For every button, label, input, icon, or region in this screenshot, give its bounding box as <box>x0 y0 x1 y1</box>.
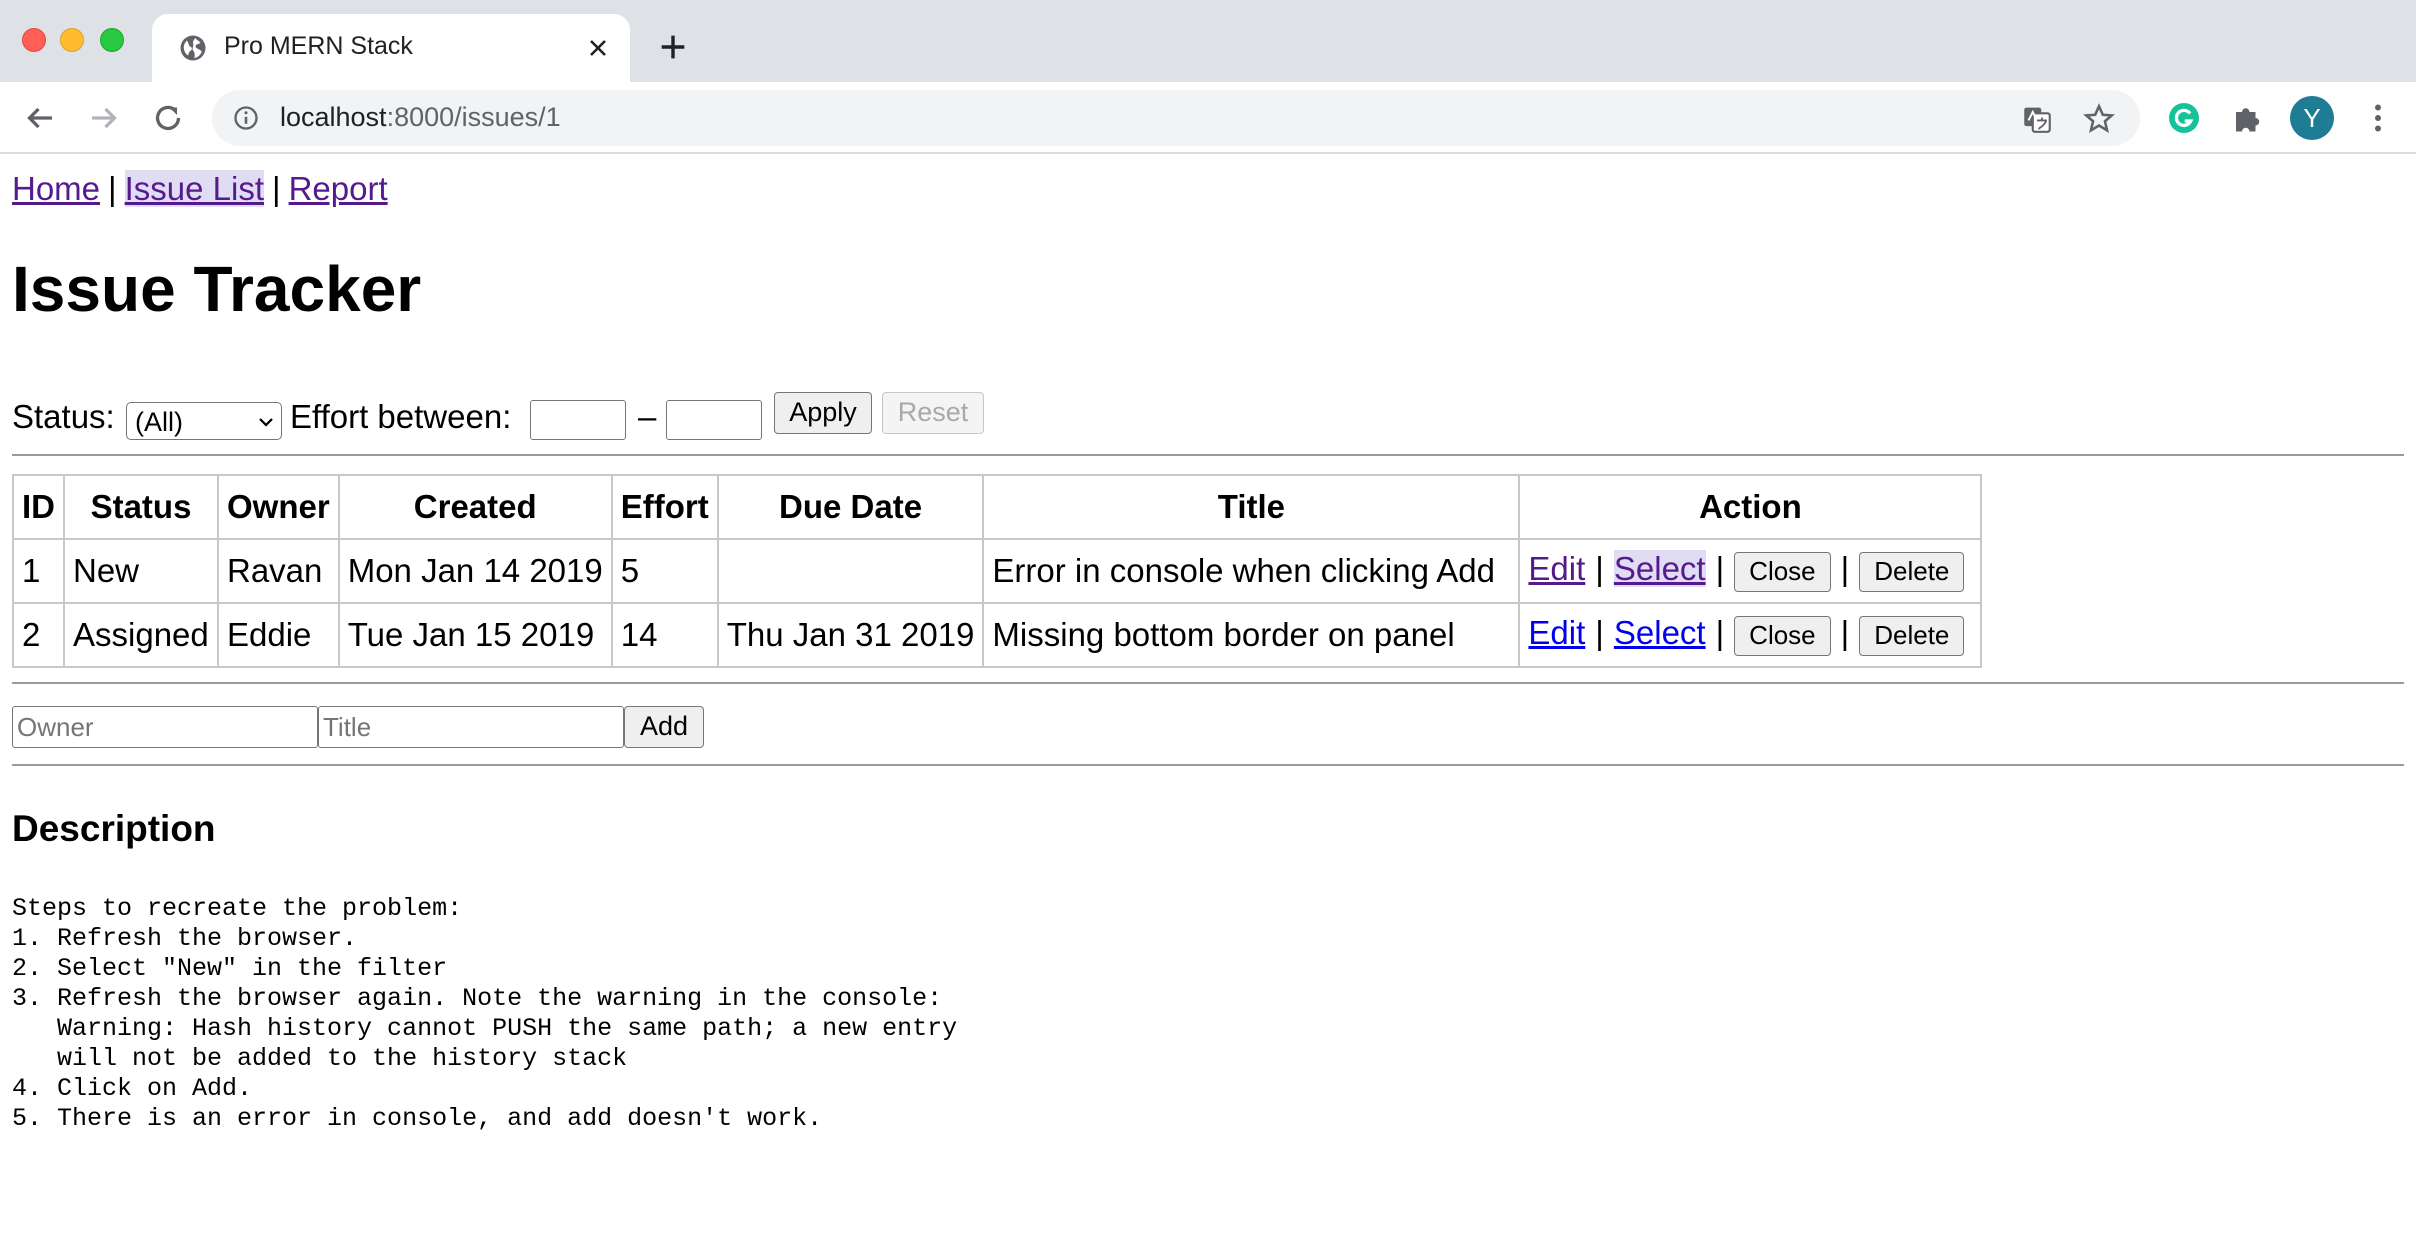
add-issue-form: Owner Title Add <box>12 706 812 750</box>
action-separator: | <box>1595 614 1604 652</box>
action-separator: | <box>1715 614 1725 652</box>
window-zoom-control[interactable] <box>100 28 124 52</box>
action-separator: | <box>1840 614 1850 652</box>
cell-id: 2 <box>12 602 65 668</box>
cell-created: Mon Jan 14 2019 <box>337 538 613 604</box>
cell-owner: Ravan <box>217 538 340 604</box>
status-select[interactable]: (All) <box>126 402 282 440</box>
select-link[interactable]: Select <box>1614 614 1706 651</box>
nav-separator: | <box>108 170 117 207</box>
column-header-owner: Owner <box>217 474 340 540</box>
divider <box>12 454 2404 456</box>
profile-avatar[interactable]: Y <box>2290 96 2334 140</box>
nav-link-report[interactable]: Report <box>289 170 388 207</box>
url-path: :8000/issues/1 <box>386 102 561 132</box>
select-link[interactable]: Select <box>1613 550 1706 588</box>
effort-dash: – <box>638 398 657 435</box>
status-select-value: (All) <box>135 407 183 437</box>
chevron-down-icon <box>259 418 273 427</box>
plus-icon[interactable] <box>656 30 690 64</box>
cell-status: Assigned <box>63 602 219 668</box>
nav-separator: | <box>272 170 281 207</box>
column-header-action: Action <box>1518 474 1983 540</box>
cell-due-date: Thu Jan 31 2019 <box>716 602 985 668</box>
title-input[interactable]: Title <box>318 706 624 748</box>
description-heading: Description <box>12 808 216 849</box>
grammarly-icon[interactable] <box>2166 100 2202 136</box>
table-header-row: ID Status Owner Created Effort Due Date … <box>12 474 1983 540</box>
close-icon[interactable] <box>584 34 612 62</box>
star-icon[interactable] <box>2082 102 2116 136</box>
divider <box>12 764 2404 766</box>
close-issue-button[interactable]: Close <box>1734 551 1831 592</box>
effort-max-input[interactable] <box>666 400 762 440</box>
nav-link-home[interactable]: Home <box>12 170 100 207</box>
effort-label: Effort between: <box>290 398 512 435</box>
info-icon[interactable] <box>232 104 260 132</box>
cell-created: Tue Jan 15 2019 <box>337 602 613 668</box>
delete-issue-button[interactable]: Delete <box>1859 551 1965 592</box>
globe-icon <box>180 35 206 61</box>
cell-effort: 14 <box>610 602 719 668</box>
cell-title: Missing bottom border on panel <box>982 602 1521 668</box>
kebab-menu-icon[interactable] <box>2360 100 2396 136</box>
delete-issue-button[interactable]: Delete <box>1859 615 1965 656</box>
address-bar[interactable]: localhost:8000/issues/1 <box>212 90 2140 146</box>
extensions-puzzle-icon[interactable] <box>2230 100 2266 136</box>
status-label: Status: <box>12 398 115 435</box>
url-text: localhost:8000/issues/1 <box>280 102 561 133</box>
cell-owner: Eddie <box>217 602 340 668</box>
cell-due-date <box>716 538 985 604</box>
browser-tab[interactable]: Pro MERN Stack <box>152 14 630 82</box>
cell-status: New <box>63 538 219 604</box>
column-header-created: Created <box>337 474 613 540</box>
page-title: Issue Tracker <box>12 253 422 325</box>
table-row: 2 Assigned Eddie Tue Jan 15 2019 14 Thu … <box>12 602 1983 668</box>
cell-id: 1 <box>12 538 65 604</box>
top-nav: Home | Issue List | Report <box>12 170 388 208</box>
reset-button[interactable]: Reset <box>882 392 984 434</box>
effort-min-input[interactable] <box>530 400 626 440</box>
issue-filter: Status: (All) Effort between: – Apply Re… <box>12 392 1212 440</box>
action-separator: | <box>1595 550 1604 588</box>
column-header-status: Status <box>63 474 219 540</box>
translate-icon[interactable] <box>2020 102 2054 136</box>
back-arrow-icon[interactable] <box>22 100 58 136</box>
column-header-title: Title <box>982 474 1521 540</box>
edit-link[interactable]: Edit <box>1528 614 1585 651</box>
tab-title: Pro MERN Stack <box>224 32 413 60</box>
issue-table: ID Status Owner Created Effort Due Date … <box>12 474 1983 668</box>
window-minimize-control[interactable] <box>60 28 84 52</box>
divider <box>12 682 2404 684</box>
column-header-due-date: Due Date <box>716 474 985 540</box>
nav-link-issue-list[interactable]: Issue List <box>124 170 265 207</box>
window-close-control[interactable] <box>22 28 46 52</box>
close-issue-button[interactable]: Close <box>1734 615 1831 656</box>
action-separator: | <box>1715 550 1725 588</box>
forward-arrow-icon[interactable] <box>86 100 122 136</box>
column-header-effort: Effort <box>610 474 719 540</box>
edit-link[interactable]: Edit <box>1528 550 1585 587</box>
column-header-id: ID <box>12 474 65 540</box>
table-row: 1 New Ravan Mon Jan 14 2019 5 Error in c… <box>12 538 1983 604</box>
cell-title: Error in console when clicking Add <box>982 538 1521 604</box>
cell-actions: Edit | Select | Close | Delete <box>1518 602 1983 668</box>
apply-button[interactable]: Apply <box>774 392 872 434</box>
browser-tab-bar: Pro MERN Stack <box>0 0 2416 82</box>
url-host: localhost <box>280 102 387 132</box>
add-button[interactable]: Add <box>624 706 704 748</box>
reload-icon[interactable] <box>150 100 186 136</box>
browser-toolbar: localhost:8000/issues/1 Y <box>0 82 2416 154</box>
cell-actions: Edit | Select | Close | Delete <box>1518 538 1983 604</box>
cell-effort: 5 <box>610 538 719 604</box>
action-separator: | <box>1840 550 1850 588</box>
description-text: Steps to recreate the problem: 1. Refres… <box>12 894 958 1133</box>
owner-input[interactable]: Owner <box>12 706 318 748</box>
